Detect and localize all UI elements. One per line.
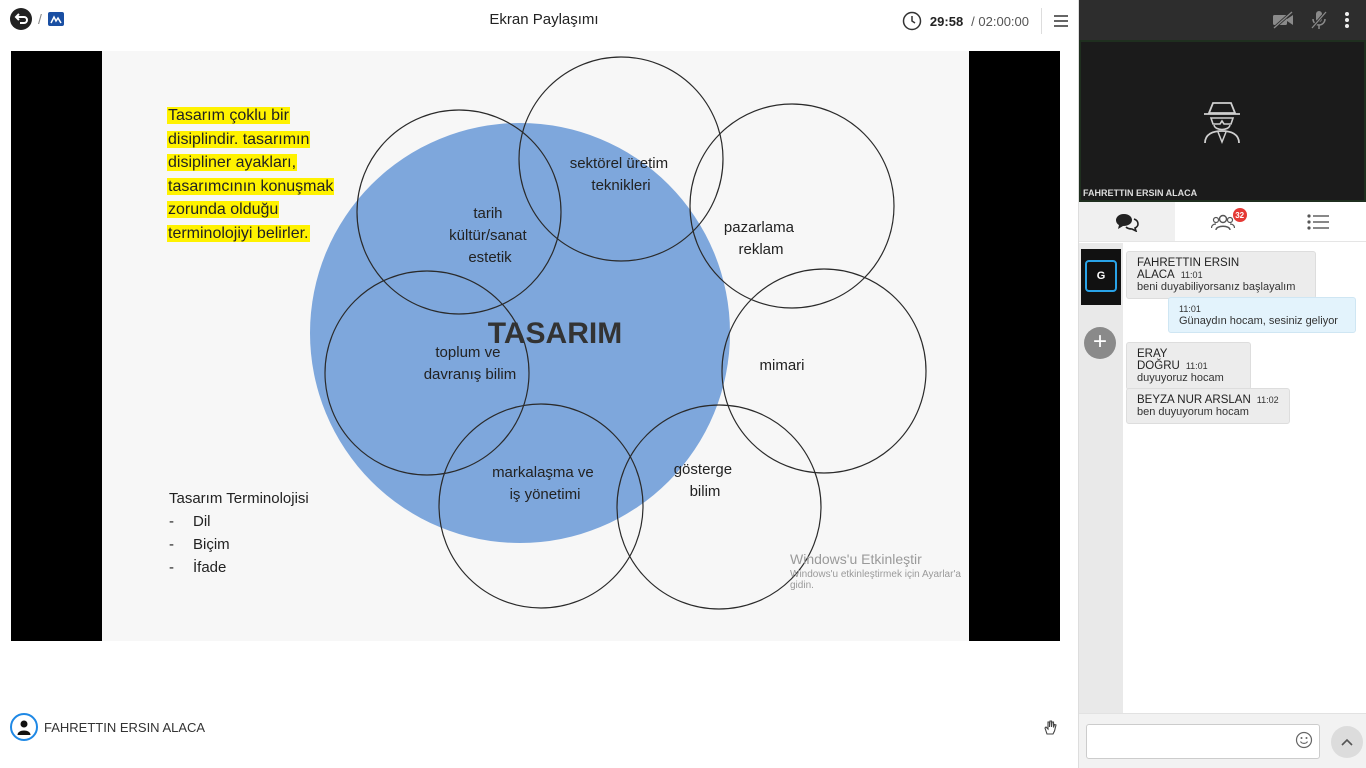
circle-label-3: mimari: [760, 357, 805, 374]
terminology-item: - Biçim: [169, 536, 230, 553]
terminology-title: Tasarım Terminolojisi: [169, 490, 309, 507]
chat-room-selector[interactable]: G: [1081, 249, 1121, 305]
chat-input[interactable]: [1086, 724, 1320, 759]
top-bar-right: 29:58 / 02:00:00: [902, 8, 1068, 34]
more-options-icon[interactable]: [1344, 11, 1350, 29]
message-text: ben duyuyorum hocam: [1137, 406, 1249, 418]
send-button[interactable]: [1331, 726, 1363, 758]
panel-tabs: 32: [1079, 202, 1366, 242]
clock-icon: [902, 11, 922, 31]
mic-off-icon[interactable]: [1310, 10, 1328, 30]
chat-rail: G +: [1079, 243, 1123, 713]
note-line: disiplindir. tasarımın: [167, 130, 311, 148]
media-controls: [1079, 0, 1366, 40]
chat-message-own: 11:01 Günaydın hocam, sesiniz geliyor: [1168, 297, 1356, 333]
chat-message: BEYZA NUR ARSLAN 11:02 ben duyuyorum hoca…: [1126, 388, 1290, 424]
note-line: tasarımcının konuşmak: [167, 177, 335, 195]
message-text: duyuyoruz hocam: [1137, 372, 1224, 384]
timer-total: / 02:00:00: [971, 13, 1029, 29]
terminology-item: - Dil: [169, 513, 211, 530]
user-avatar-icon: [10, 713, 38, 741]
chat-area: G + FAHRETTIN ERSIN ALACA 11:01 beni duya…: [1079, 243, 1366, 713]
tab-chat[interactable]: [1079, 202, 1175, 241]
chat-input-bar: [1079, 713, 1366, 768]
message-time: 11:01: [1179, 304, 1201, 314]
chat-icon: [1115, 213, 1139, 232]
camera-off-icon[interactable]: [1272, 11, 1294, 29]
highlighted-note: Tasarım çoklu bir disiplindir. tasarımın…: [167, 104, 357, 245]
shared-screen: TASARIM sektörel üretim teknikleri pazar…: [11, 51, 1060, 641]
windows-activation-watermark: Windows'u Etkinleştir Windows'u etkinleş…: [790, 551, 961, 591]
divider: [1041, 8, 1042, 34]
video-participant-name: FAHRETTIN ERSIN ALACA: [1083, 188, 1198, 198]
top-bar: / Ekran Paylaşımı 29:58 / 02:00:00: [0, 0, 1078, 40]
add-chat-button[interactable]: +: [1084, 327, 1116, 359]
anonymous-user-icon: [1204, 102, 1240, 144]
emoji-icon[interactable]: [1295, 731, 1313, 749]
center-label: TASARIM: [488, 317, 622, 350]
participants-icon: [1210, 214, 1235, 230]
chat-message: ERAY DOĞRU 11:01 duyuyoruz hocam: [1126, 342, 1251, 390]
general-chat-avatar: G: [1085, 260, 1117, 292]
chevron-up-icon: [1341, 738, 1353, 746]
circle-label-2: pazarlama reklam: [724, 219, 798, 258]
participant-video: FAHRETTIN ERSIN ALACA: [1079, 40, 1366, 202]
participants-count-badge: 32: [1232, 208, 1247, 222]
terminology-list: Tasarım Terminolojisi - Dil - Biçim - İfade: [169, 487, 309, 579]
message-text: beni duyabiliyorsanız başlayalım: [1137, 281, 1296, 293]
message-time: 11:01: [1185, 361, 1208, 371]
message-time: 11:01: [1180, 270, 1203, 280]
list-icon: [1307, 213, 1330, 230]
note-line: zorunda olduğu: [167, 201, 280, 218]
note-line: disipliner ayakları,: [167, 154, 298, 171]
terminology-item: - İfade: [169, 559, 227, 576]
message-time: 11:02: [1256, 395, 1279, 405]
presenter-name: FAHRETTIN ERSIN ALACA: [44, 719, 206, 735]
tab-agenda[interactable]: [1270, 202, 1366, 241]
presentation-slide: TASARIM sektörel üretim teknikleri pazar…: [102, 51, 969, 641]
tab-participants[interactable]: 32: [1175, 202, 1271, 241]
message-sender: BEYZA NUR ARSLAN: [1137, 394, 1251, 406]
timer-elapsed: 29:58: [929, 13, 964, 29]
right-panel: FAHRETTIN ERSIN ALACA 32 G + FAHRETTIN E…: [1078, 0, 1366, 768]
chat-message: FAHRETTIN ERSIN ALACA 11:01 beni duyabili…: [1126, 251, 1316, 299]
menu-icon[interactable]: [1054, 15, 1068, 27]
raise-hand-icon[interactable]: [1042, 718, 1060, 736]
message-sender: ERAY DOĞRU: [1137, 348, 1180, 372]
message-text: Günaydın hocam, sesiniz geliyor: [1179, 315, 1338, 327]
note-line: terminolojiyi belirler.: [167, 224, 310, 242]
circle-label-4: gösterge bilim: [674, 461, 737, 500]
note-line: Tasarım çoklu bir: [167, 107, 290, 124]
presenter-info: FAHRETTIN ERSIN ALACA: [10, 713, 205, 741]
